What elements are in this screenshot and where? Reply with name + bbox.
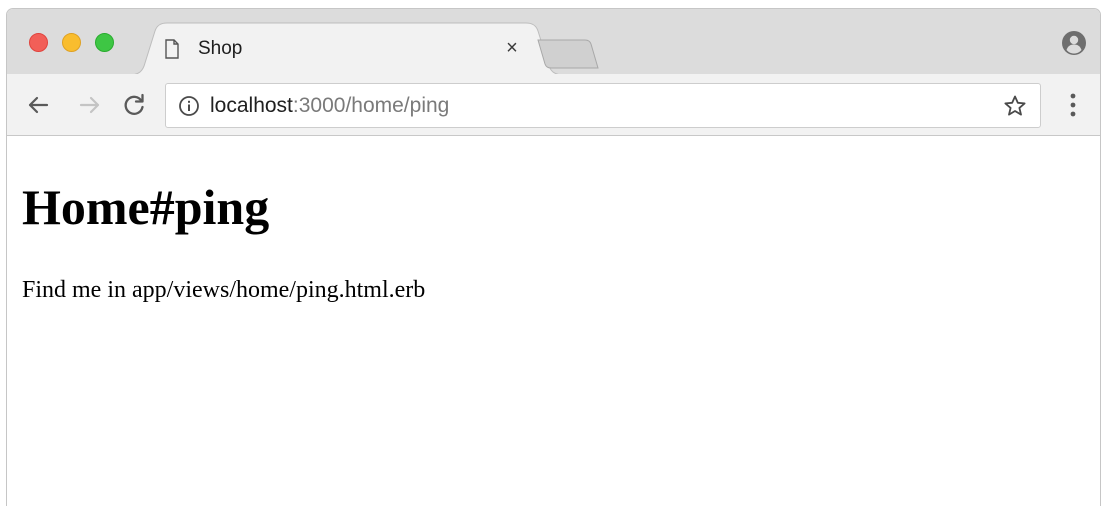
- url-text[interactable]: localhost:3000/home/ping: [210, 84, 449, 127]
- browser-window: Shop × localhost:3000/home/ping Home#pin…: [6, 8, 1101, 506]
- profile-icon[interactable]: [1061, 30, 1087, 56]
- page-icon: [164, 39, 180, 59]
- reload-button[interactable]: [118, 89, 150, 121]
- url-host: localhost: [210, 94, 293, 117]
- arrow-right-icon: [79, 96, 100, 114]
- page-body-text: Find me in app/views/home/ping.html.erb: [22, 277, 426, 303]
- star-icon[interactable]: [1003, 94, 1027, 118]
- tab-shop[interactable]: Shop ×: [162, 31, 542, 67]
- tab-title: Shop: [198, 38, 243, 59]
- reload-icon: [124, 93, 144, 115]
- forward-button[interactable]: [74, 89, 106, 121]
- info-icon[interactable]: [178, 95, 200, 117]
- kebab-menu-icon[interactable]: [1063, 90, 1083, 120]
- arrow-left-icon: [28, 96, 49, 114]
- new-tab-button[interactable]: [537, 39, 599, 69]
- back-button[interactable]: [22, 89, 54, 121]
- url-path: :3000/home/ping: [292, 94, 450, 117]
- browser-toolbar: localhost:3000/home/ping: [7, 74, 1100, 136]
- page-heading: Home#ping: [22, 179, 270, 235]
- page-viewport: Home#ping Find me in app/views/home/ping…: [7, 137, 1100, 506]
- tab-strip: Shop ×: [7, 9, 1100, 74]
- address-bar[interactable]: localhost:3000/home/ping: [165, 83, 1041, 128]
- close-tab-icon[interactable]: ×: [500, 35, 524, 61]
